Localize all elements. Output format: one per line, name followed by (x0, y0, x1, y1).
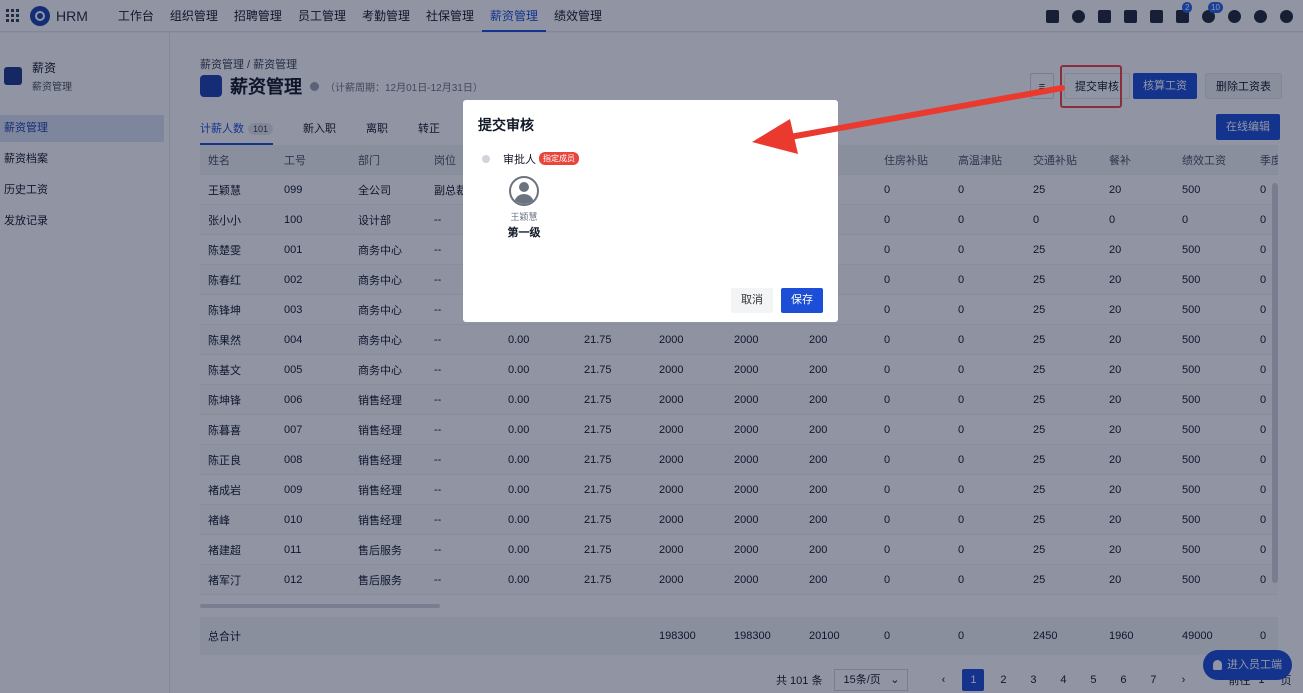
annotation-arrow (752, 85, 1065, 154)
arrow-head (752, 119, 798, 154)
arrow-shaft (787, 85, 1065, 140)
